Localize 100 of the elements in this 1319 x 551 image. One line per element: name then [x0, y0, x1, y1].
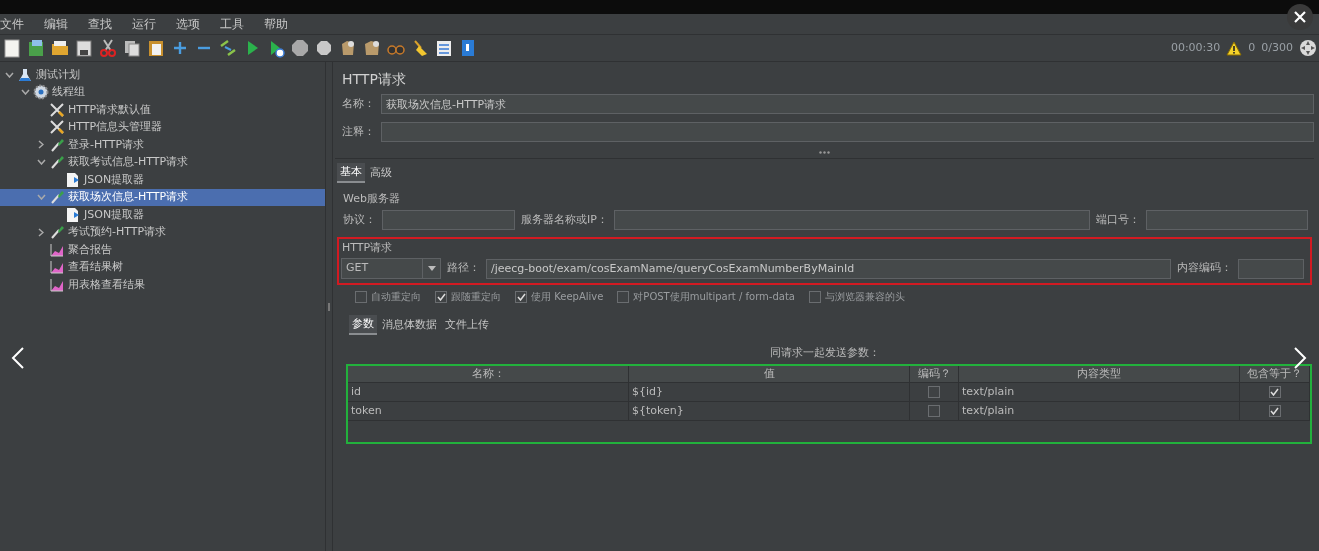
- tab[interactable]: 基本: [337, 163, 365, 183]
- chart-icon: [49, 259, 65, 276]
- panel-title: HTTP请求: [341, 69, 407, 89]
- checkbox[interactable]: [617, 290, 630, 303]
- tree-item[interactable]: 用表格查看结果: [0, 276, 325, 294]
- pipette-icon: [49, 154, 65, 171]
- gear-icon: [33, 84, 49, 101]
- globe-icon[interactable]: [1299, 39, 1317, 57]
- tree-item[interactable]: 考试预约-HTTP请求: [0, 223, 325, 241]
- cut-icon[interactable]: [98, 38, 118, 58]
- expanded-chevron-icon[interactable]: [20, 89, 30, 96]
- checkbox[interactable]: [515, 290, 527, 303]
- column-header[interactable]: 编码？: [910, 366, 959, 382]
- tree-item[interactable]: HTTP信息头管理器: [0, 118, 325, 136]
- column-header[interactable]: 名称：: [348, 366, 629, 382]
- name-field[interactable]: 获取场次信息-HTTP请求: [381, 94, 1314, 114]
- checkbox-label: 对POST使用multipart / form-data: [633, 290, 795, 304]
- pipette-icon: [49, 189, 65, 206]
- column-header[interactable]: 包含等于？: [1240, 366, 1310, 382]
- table-caption: 同请求一起发送参数：: [769, 345, 880, 359]
- checkbox[interactable]: [1268, 386, 1281, 398]
- menu-item[interactable]: 文件: [0, 15, 28, 33]
- tab[interactable]: 文件上传: [442, 315, 492, 335]
- elapsed-time: 00:00:30: [1170, 39, 1221, 56]
- menu-item[interactable]: 帮助: [260, 15, 292, 33]
- field-label: 路径：: [447, 260, 480, 277]
- menu-item[interactable]: 查找: [84, 15, 116, 33]
- menu-item[interactable]: 运行: [128, 15, 160, 33]
- warning-icon[interactable]: [1226, 40, 1243, 56]
- path-field[interactable]: /jeecg-boot/exam/cosExamName/queryCosExamNumberByMainId: [486, 258, 1171, 279]
- tree-item[interactable]: 查看结果树: [0, 258, 325, 276]
- method-dropdown[interactable]: GET: [341, 258, 441, 279]
- comment-field[interactable]: [381, 122, 1314, 142]
- table-cell: text/plain: [959, 402, 1240, 420]
- table-cell: ${token}: [629, 402, 910, 420]
- split-handle-icon[interactable]: [819, 151, 830, 154]
- check-icon: [1270, 388, 1279, 396]
- checkbox-label: 跟随重定向: [451, 290, 501, 304]
- menu-item[interactable]: 工具: [216, 15, 248, 33]
- tab[interactable]: 参数: [349, 315, 377, 335]
- tab[interactable]: 消息体数据: [379, 315, 440, 335]
- paste-icon[interactable]: [146, 38, 166, 58]
- tab[interactable]: 高级: [367, 163, 395, 183]
- list-icon[interactable]: [434, 38, 454, 58]
- menu-item[interactable]: 选项: [172, 15, 204, 33]
- pipette-icon: [49, 224, 65, 241]
- new-document-icon[interactable]: [2, 38, 22, 58]
- checkbox[interactable]: [928, 386, 940, 398]
- warning-count: 0: [1248, 39, 1256, 56]
- encoding-field[interactable]: [1238, 258, 1304, 279]
- field-label: 注释：: [342, 123, 375, 140]
- tree-item[interactable]: HTTP请求默认值: [0, 101, 325, 119]
- close-icon: [1294, 11, 1306, 23]
- checkbox[interactable]: [355, 290, 367, 303]
- port-field[interactable]: [1146, 210, 1308, 230]
- checkbox[interactable]: [1268, 405, 1281, 417]
- table-cell: token: [348, 402, 629, 420]
- collapsed-chevron-icon[interactable]: [38, 227, 44, 237]
- tree-item[interactable]: JSON提取器: [0, 171, 325, 189]
- tree-item[interactable]: 登录-HTTP请求: [0, 136, 325, 154]
- column-header[interactable]: 值: [629, 366, 910, 382]
- table-cell: text/plain: [959, 383, 1240, 401]
- checkbox[interactable]: [435, 290, 447, 303]
- column-header[interactable]: 内容类型: [959, 366, 1240, 382]
- toggle-icon[interactable]: [218, 38, 238, 58]
- expanded-chevron-icon[interactable]: [4, 71, 14, 78]
- thread-count: 0/300: [1261, 39, 1293, 56]
- document-arrow-icon: [65, 171, 81, 188]
- field-label: 服务器名称或IP：: [521, 211, 608, 228]
- tree-item[interactable]: JSON提取器: [0, 206, 325, 224]
- tree-item[interactable]: 聚合报告: [0, 241, 325, 259]
- server-field[interactable]: [613, 210, 1090, 230]
- tree-item[interactable]: 获取考试信息-HTTP请求: [0, 153, 325, 171]
- group-title: Web服务器: [343, 191, 401, 205]
- tools-icon: [49, 101, 65, 118]
- tree-item[interactable]: 线程组: [0, 83, 325, 101]
- save-icon[interactable]: [74, 38, 94, 58]
- tree-item[interactable]: 获取场次信息-HTTP请求: [0, 188, 325, 206]
- checkbox-label: 自动重定向: [371, 290, 421, 304]
- check-icon: [516, 292, 526, 301]
- checkbox[interactable]: [928, 405, 940, 417]
- expanded-chevron-icon[interactable]: [36, 159, 46, 166]
- menu-item[interactable]: 编辑: [40, 15, 72, 33]
- template-icon[interactable]: [26, 38, 46, 58]
- folder-icon[interactable]: [50, 38, 70, 58]
- protocol-field[interactable]: [382, 210, 515, 230]
- collapsed-chevron-icon[interactable]: [38, 140, 44, 150]
- shutdown-icon[interactable]: [314, 38, 334, 58]
- dropdown-caret-icon: [427, 266, 436, 271]
- tree-item[interactable]: 测试计划: [0, 66, 325, 84]
- stop-icon[interactable]: [290, 38, 310, 58]
- copy-icon[interactable]: [122, 38, 142, 58]
- field-label: 协议：: [343, 211, 376, 228]
- check-icon: [436, 292, 446, 301]
- table-cell: id: [348, 383, 629, 401]
- clear-all-icon[interactable]: [362, 38, 382, 58]
- flask-icon: [17, 66, 33, 83]
- checkbox[interactable]: [808, 290, 821, 303]
- chart-icon: [49, 241, 65, 258]
- document-arrow-icon: [65, 206, 81, 223]
